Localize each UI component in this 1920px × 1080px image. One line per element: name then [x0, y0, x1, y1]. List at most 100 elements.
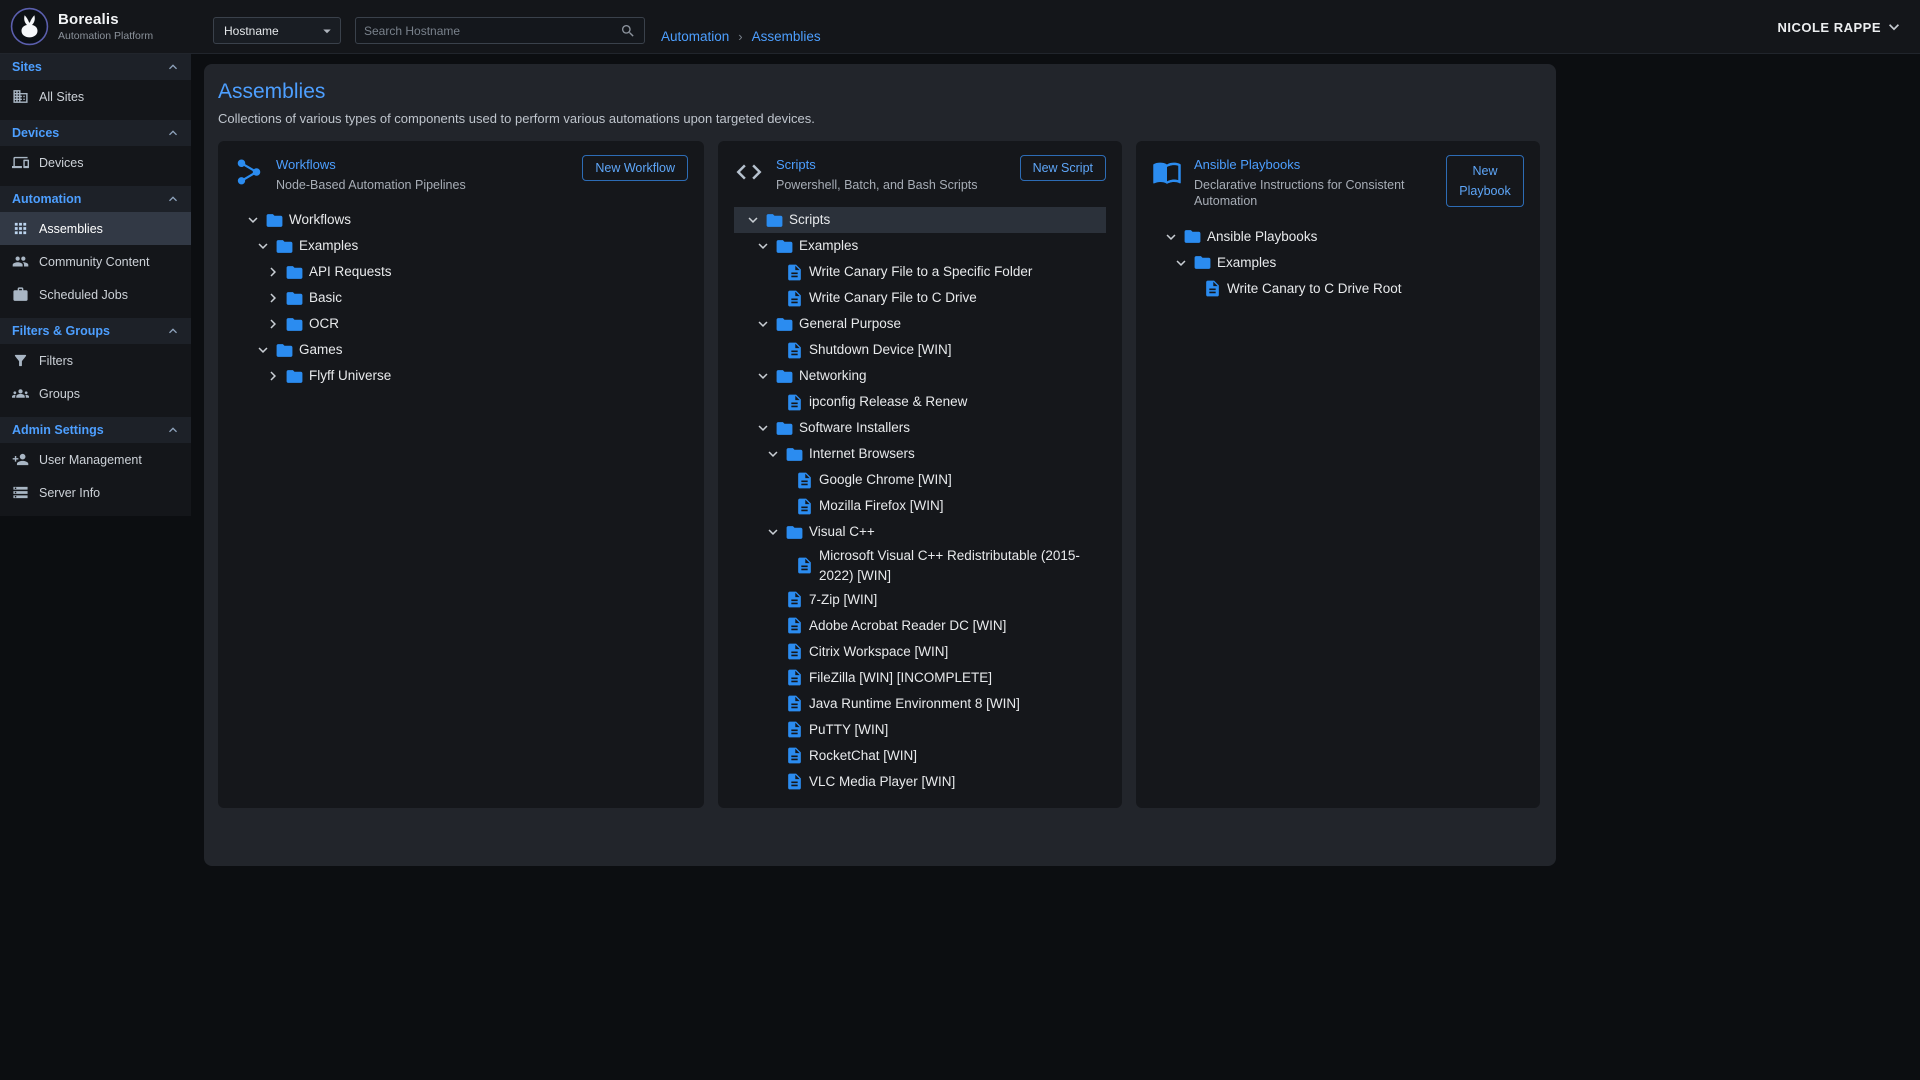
tree-file-google-chrome-win[interactable]: Google Chrome [WIN] [734, 467, 1106, 493]
tree-file-write-canary-to-c-drive-root[interactable]: Write Canary to C Drive Root [1152, 276, 1524, 302]
tree-folder-visual-c[interactable]: Visual C++ [734, 519, 1106, 545]
chevron-down-icon[interactable] [764, 523, 782, 541]
tree-file-shutdown-device-win[interactable]: Shutdown Device [WIN] [734, 337, 1106, 363]
chevron-down-icon[interactable] [244, 211, 262, 229]
workflows-card-header: Workflows Node-Based Automation Pipeline… [234, 155, 688, 193]
tree-file-putty-win[interactable]: PuTTY [WIN] [734, 716, 1106, 742]
chevron-down-icon[interactable] [764, 445, 782, 463]
tree-node-label: Software Installers [799, 418, 910, 438]
chevron-down-icon[interactable] [744, 211, 762, 229]
tree-folder-internet-browsers[interactable]: Internet Browsers [734, 441, 1106, 467]
sidebar-section-header-filters-groups[interactable]: Filters & Groups [0, 318, 191, 344]
tree-file-7-zip-win[interactable]: 7-Zip [WIN] [734, 586, 1106, 612]
chevron-down-icon[interactable] [754, 315, 772, 333]
tree-folder-networking[interactable]: Networking [734, 363, 1106, 389]
tree-node-label: Java Runtime Environment 8 [WIN] [809, 694, 1020, 714]
tree-file-ipconfig-release-renew[interactable]: ipconfig Release & Renew [734, 389, 1106, 415]
breadcrumb: Automation › Assemblies [661, 29, 821, 44]
tree-file-citrix-workspace-win[interactable]: Citrix Workspace [WIN] [734, 638, 1106, 664]
sidebar-item-label: All Sites [39, 90, 84, 104]
user-menu[interactable]: NICOLE RAPPE [1777, 0, 1904, 54]
tree-node-label: Adobe Acrobat Reader DC [WIN] [809, 616, 1006, 636]
tree-folder-games[interactable]: Games [234, 337, 688, 363]
tree-node-label: Ansible Playbooks [1207, 227, 1317, 247]
chevron-spacer [764, 341, 782, 359]
playbooks-tree: Ansible Playbooks ExamplesWrite Canary to… [1152, 224, 1524, 302]
sidebar-item-server-info[interactable]: Server Info [0, 476, 191, 509]
sidebar-item-community-content[interactable]: Community Content [0, 245, 191, 278]
sidebar-item-label: Filters [39, 354, 73, 368]
workflows-tree: WorkflowsExamplesAPI RequestsBasicOCRGam… [234, 207, 688, 389]
tree-file-adobe-acrobat-reader-dc-win[interactable]: Adobe Acrobat Reader DC [WIN] [734, 612, 1106, 638]
tree-folder-software-installers[interactable]: Software Installers [734, 415, 1106, 441]
breadcrumb-current-assemblies[interactable]: Assemblies [752, 29, 821, 44]
tree-folder-api-requests[interactable]: API Requests [234, 259, 688, 285]
tree-file-rocketchat-win[interactable]: RocketChat [WIN] [734, 742, 1106, 768]
tree-file-write-canary-file-to-a-specific-folder[interactable]: Write Canary File to a Specific Folder [734, 259, 1106, 285]
sidebar-item-label: Server Info [39, 486, 100, 500]
sidebar-item-all-sites[interactable]: All Sites [0, 80, 191, 113]
code-icon [734, 157, 764, 187]
sidebar-item-filters[interactable]: Filters [0, 344, 191, 377]
tree-folder-examples[interactable]: Examples [234, 233, 688, 259]
folder-icon [785, 445, 804, 464]
sidebar-section-header-automation[interactable]: Automation [0, 186, 191, 212]
workflows-card: Workflows Node-Based Automation Pipeline… [218, 141, 704, 808]
tree-folder-examples[interactable]: Examples [1152, 250, 1524, 276]
tree-folder-ansible-playbooks[interactable]: Ansible Playbooks [1152, 224, 1524, 250]
chevron-right-icon[interactable] [264, 367, 282, 385]
chevron-down-icon[interactable] [254, 237, 272, 255]
sidebar-item-scheduled-jobs[interactable]: Scheduled Jobs [0, 278, 191, 311]
brand-text: Borealis Automation Platform [58, 11, 153, 42]
tree-file-vlc-media-player-win[interactable]: VLC Media Player [WIN] [734, 768, 1106, 794]
sidebar-item-devices[interactable]: Devices [0, 146, 191, 179]
tree-folder-flyff-universe[interactable]: Flyff Universe [234, 363, 688, 389]
file-icon [1203, 279, 1222, 298]
sidebar-item-groups[interactable]: Groups [0, 377, 191, 410]
tree-file-mozilla-firefox-win[interactable]: Mozilla Firefox [WIN] [734, 493, 1106, 519]
chevron-down-icon[interactable] [754, 237, 772, 255]
file-icon [795, 471, 814, 490]
tree-folder-examples[interactable]: Examples [734, 233, 1106, 259]
chevron-down-icon[interactable] [754, 419, 772, 437]
sidebar-item-label: Assemblies [39, 222, 103, 236]
chevron-right-icon[interactable] [264, 289, 282, 307]
chevron-up-icon [165, 59, 181, 75]
search-input[interactable] [364, 24, 620, 38]
chevron-right-icon[interactable] [264, 315, 282, 333]
tree-file-java-runtime-environment-8-win[interactable]: Java Runtime Environment 8 [WIN] [734, 690, 1106, 716]
new-script-button[interactable]: New Script [1020, 155, 1106, 181]
tree-file-microsoft-visual-c-redistributable-2015-2022-win[interactable]: Microsoft Visual C++ Redistributable (20… [734, 545, 1106, 586]
new-playbook-button[interactable]: New Playbook [1446, 155, 1524, 207]
chevron-spacer [774, 557, 792, 575]
tree-node-label: Visual C++ [809, 522, 875, 542]
tree-file-filezilla-win-incomplete[interactable]: FileZilla [WIN] [INCOMPLETE] [734, 664, 1106, 690]
tree-node-label: RocketChat [WIN] [809, 746, 917, 766]
new-workflow-button[interactable]: New Workflow [582, 155, 688, 181]
sidebar-section-header-sites[interactable]: Sites [0, 54, 191, 80]
groups-icon [12, 385, 29, 402]
workflows-card-titles: Workflows Node-Based Automation Pipeline… [276, 155, 570, 193]
chevron-right-icon[interactable] [264, 263, 282, 281]
sidebar-section-header-devices[interactable]: Devices [0, 120, 191, 146]
tree-file-write-canary-file-to-c-drive[interactable]: Write Canary File to C Drive [734, 285, 1106, 311]
tree-folder-scripts[interactable]: Scripts [734, 207, 1106, 233]
tree-folder-ocr[interactable]: OCR [234, 311, 688, 337]
chevron-down-icon[interactable] [254, 341, 272, 359]
sidebar-item-assemblies[interactable]: Assemblies [0, 212, 191, 245]
hostname-dropdown[interactable]: Hostname [213, 17, 341, 44]
tree-folder-general-purpose[interactable]: General Purpose [734, 311, 1106, 337]
tree-folder-basic[interactable]: Basic [234, 285, 688, 311]
tree-node-label: Write Canary File to C Drive [809, 288, 977, 308]
tree-folder-workflows[interactable]: Workflows [234, 207, 688, 233]
chevron-down-icon[interactable] [754, 367, 772, 385]
chevron-spacer [774, 471, 792, 489]
breadcrumb-link-automation[interactable]: Automation [661, 29, 729, 44]
sidebar-section-header-admin-settings[interactable]: Admin Settings [0, 417, 191, 443]
chevron-down-icon[interactable] [1162, 228, 1180, 246]
chevron-down-icon[interactable] [1172, 254, 1190, 272]
tree-node-label: Google Chrome [WIN] [819, 470, 952, 490]
sidebar-item-user-management[interactable]: User Management [0, 443, 191, 476]
file-icon [785, 772, 804, 791]
search-icon[interactable] [620, 23, 636, 39]
